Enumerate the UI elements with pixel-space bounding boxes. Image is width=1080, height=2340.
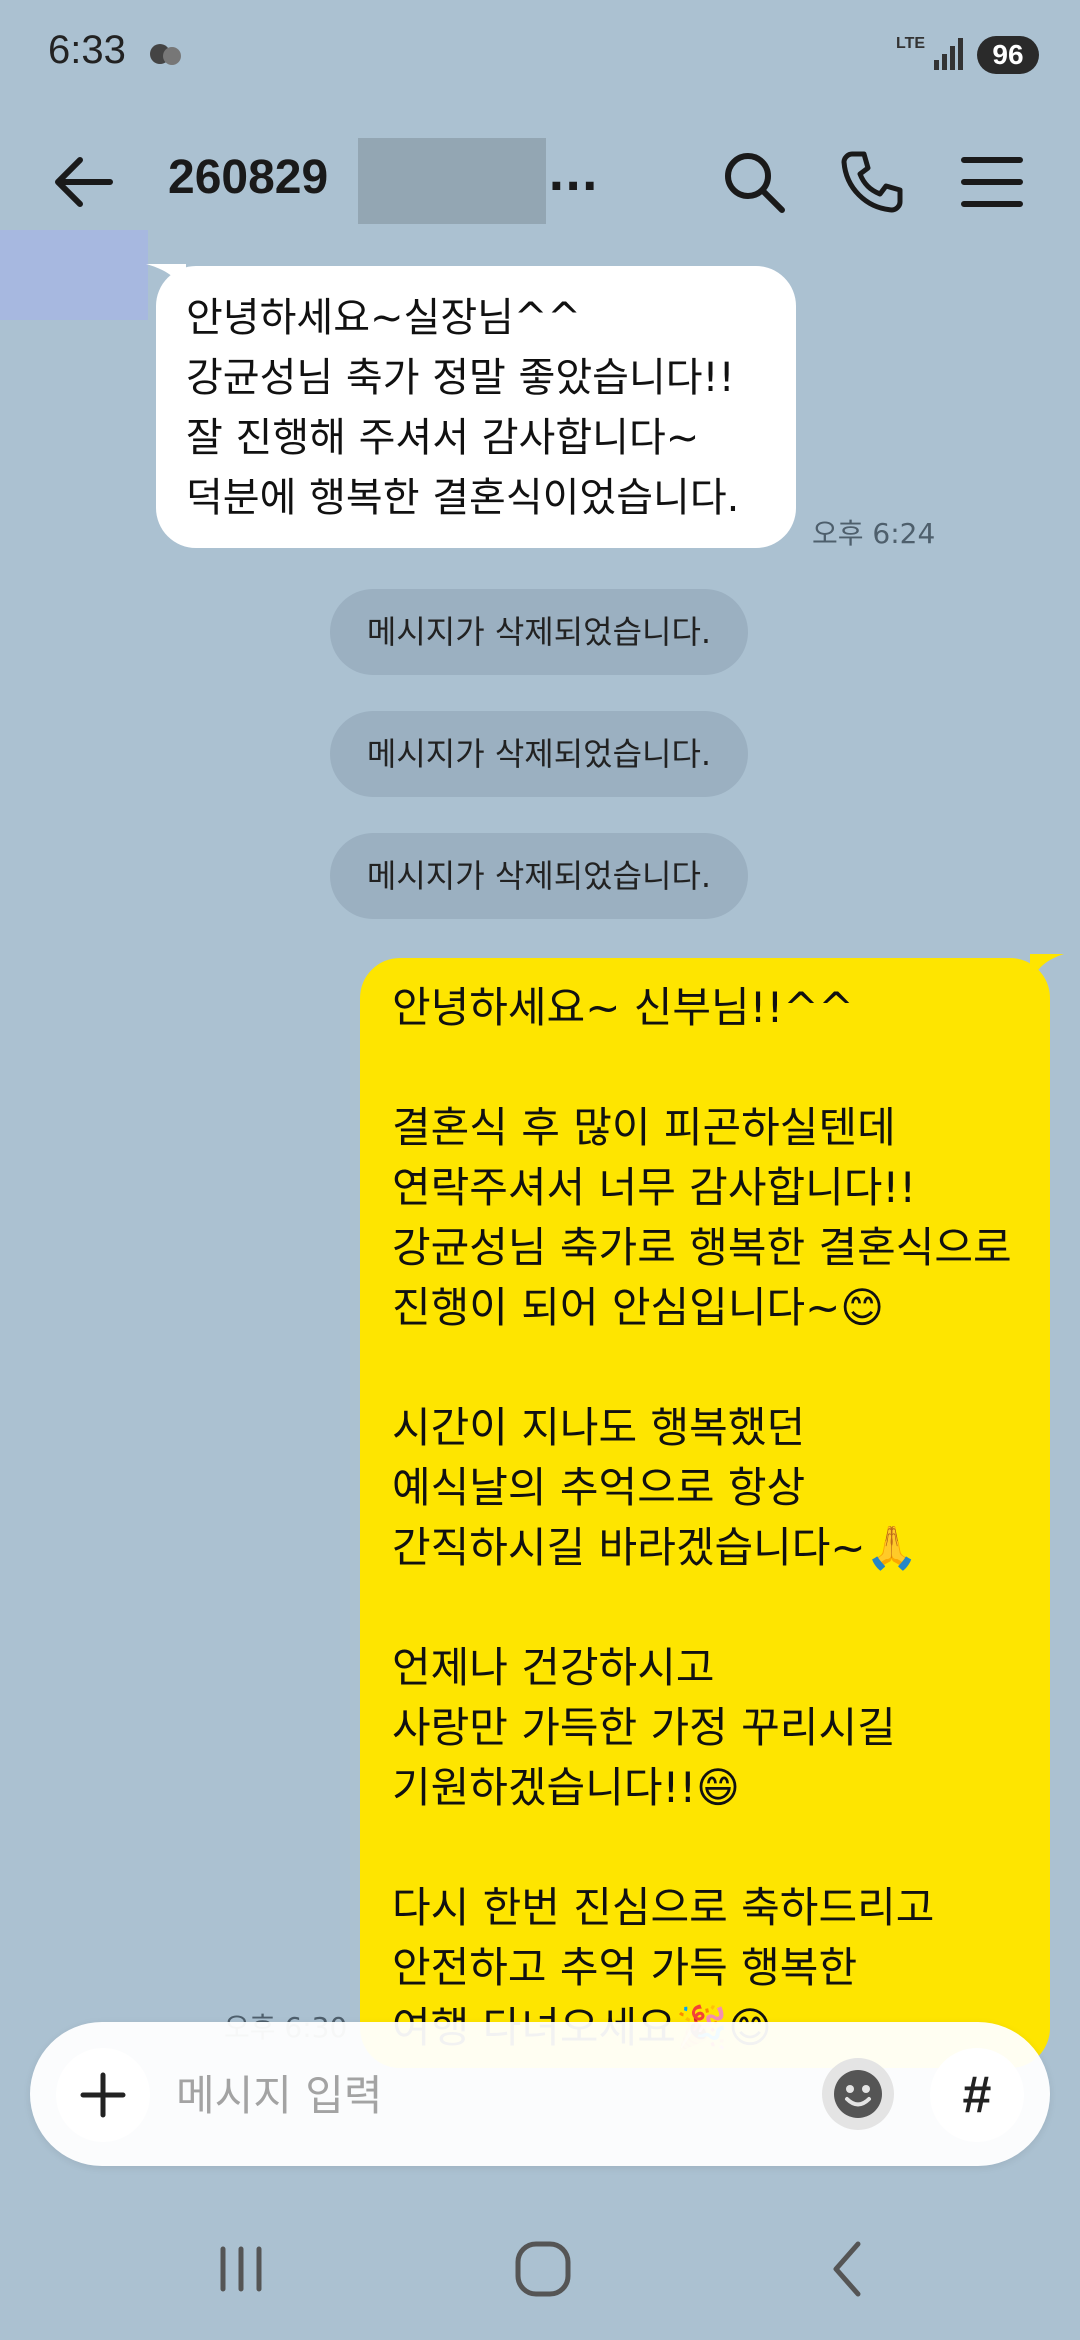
attach-button[interactable] bbox=[56, 2048, 150, 2142]
chat-title[interactable]: 260829 bbox=[168, 150, 328, 205]
title-ellipsis: ... bbox=[548, 150, 599, 201]
status-time: 6:33 bbox=[48, 28, 126, 72]
message-input[interactable] bbox=[174, 2062, 798, 2128]
outgoing-message-text: 안녕하세요~ 신부님!!^^ 결혼식 후 많이 피곤하실텐데 연락주셔서 너무 … bbox=[392, 983, 1012, 2052]
incoming-message-text: 안녕하세요~실장님^^ 강균성님 축가 정말 좋았습니다!! 잘 진행해 주셔서… bbox=[186, 295, 740, 521]
signal-icon bbox=[934, 38, 963, 70]
redacted-name bbox=[358, 138, 546, 224]
smiley-icon bbox=[834, 2070, 882, 2118]
avatar[interactable] bbox=[0, 230, 148, 320]
phone-icon[interactable] bbox=[838, 148, 906, 216]
recent-apps-icon[interactable] bbox=[206, 2234, 276, 2304]
deleted-message[interactable]: 메시지가 삭제되었습니다. bbox=[330, 589, 748, 675]
deleted-message[interactable]: 메시지가 삭제되었습니다. bbox=[330, 833, 748, 919]
message-timestamp: 오후 6:24 bbox=[812, 517, 936, 550]
plus-icon bbox=[80, 2072, 126, 2118]
battery-indicator: 96 bbox=[977, 36, 1039, 74]
search-icon[interactable] bbox=[720, 148, 788, 216]
network-type: LTE bbox=[896, 35, 926, 52]
incoming-message-bubble[interactable]: 안녕하세요~실장님^^ 강균성님 축가 정말 좋았습니다!! 잘 진행해 주셔서… bbox=[156, 266, 796, 548]
back-nav-icon[interactable] bbox=[812, 2234, 882, 2304]
menu-icon[interactable] bbox=[958, 148, 1026, 216]
hashtag-button[interactable]: # bbox=[930, 2048, 1024, 2142]
emoticon-button[interactable] bbox=[822, 2058, 894, 2130]
outgoing-message-bubble[interactable]: 안녕하세요~ 신부님!!^^ 결혼식 후 많이 피곤하실텐데 연락주셔서 너무 … bbox=[360, 958, 1050, 2068]
cloud-icon bbox=[150, 44, 181, 65]
back-arrow-icon[interactable] bbox=[52, 150, 116, 214]
home-icon[interactable] bbox=[508, 2234, 578, 2304]
deleted-message[interactable]: 메시지가 삭제되었습니다. bbox=[330, 711, 748, 797]
